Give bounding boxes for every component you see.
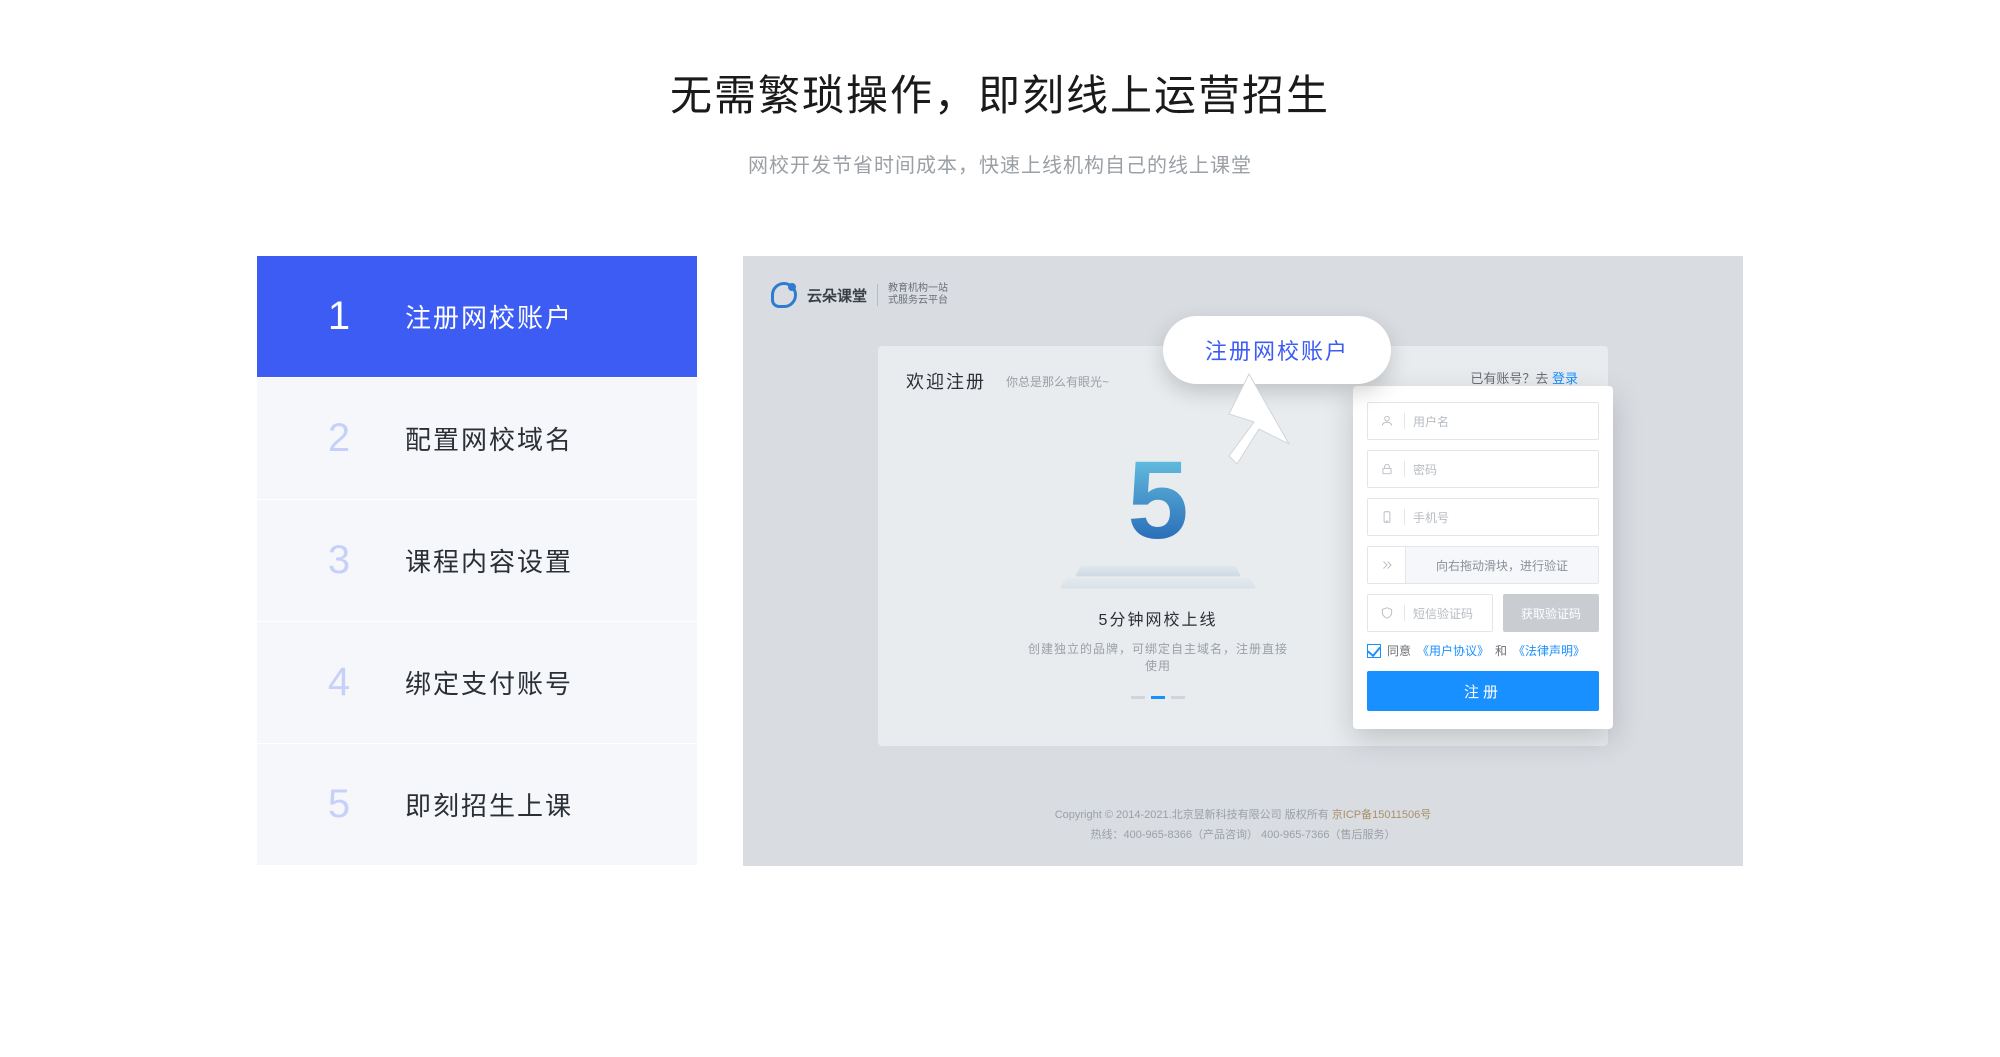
illus-sub: 创建独立的品牌，可绑定自主域名，注册直接使用	[1028, 640, 1288, 674]
agree-prefix: 同意	[1387, 642, 1411, 659]
preview-panel: 云朵课堂 教育机构一站 式服务云平台 欢迎注册 你总是那么有眼光~ 已有账号？去…	[743, 256, 1743, 866]
platform-shape	[1075, 566, 1241, 576]
divider	[1404, 509, 1405, 525]
welcome-subtitle: 你总是那么有眼光~	[1006, 373, 1109, 390]
logo-subtext-2: 式服务云平台	[888, 295, 948, 307]
steps-list: 1 注册网校账户 2 配置网校域名 3 课程内容设置 4 绑定支付账号 5 即刻招生上课	[257, 256, 697, 866]
slider-text: 向右拖动滑块，进行验证	[1406, 557, 1598, 574]
dot[interactable]	[1171, 696, 1185, 699]
illus-title: 5分钟网校上线	[1028, 606, 1288, 630]
sms-code-field[interactable]: 短信验证码	[1367, 594, 1493, 632]
step-label: 即刻招生上课	[405, 786, 573, 823]
preview-logo: 云朵课堂 教育机构一站 式服务云平台	[771, 282, 948, 308]
password-field[interactable]: 密码	[1367, 450, 1599, 488]
shield-icon	[1378, 604, 1396, 622]
step-item-5[interactable]: 5 即刻招生上课	[257, 744, 697, 866]
step-number: 2	[307, 416, 371, 461]
phone-icon	[1378, 508, 1396, 526]
logo-text: 云朵课堂	[807, 285, 867, 306]
dot[interactable]	[1131, 696, 1145, 699]
agree-and: 和	[1495, 642, 1507, 659]
user-icon	[1378, 412, 1396, 430]
platform-shape	[1059, 578, 1256, 588]
step-label: 配置网校域名	[405, 420, 573, 457]
icp-link[interactable]: 京ICP备15011506号	[1332, 809, 1431, 821]
register-button[interactable]: 注册	[1367, 671, 1599, 711]
dot-active[interactable]	[1151, 696, 1165, 699]
carousel-dots[interactable]	[1028, 696, 1288, 699]
step-number: 4	[307, 660, 371, 705]
step-label: 绑定支付账号	[405, 664, 573, 701]
have-account: 已有账号？去 登录	[1470, 368, 1578, 387]
step-item-3[interactable]: 3 课程内容设置	[257, 500, 697, 622]
divider	[1404, 413, 1405, 429]
have-account-text: 已有账号？去	[1470, 371, 1552, 386]
slider-handle-icon[interactable]	[1368, 547, 1406, 583]
slider-captcha[interactable]: 向右拖动滑块，进行验证	[1367, 546, 1599, 584]
logo-subtext: 教育机构一站 式服务云平台	[888, 283, 948, 307]
step-item-4[interactable]: 4 绑定支付账号	[257, 622, 697, 744]
password-placeholder: 密码	[1413, 461, 1437, 478]
copyright-text: Copyright © 2014-2021.北京昱新科技有限公司 版权所有	[1055, 809, 1332, 821]
login-link[interactable]: 登录	[1552, 371, 1578, 386]
page-title: 无需繁琐操作，即刻线上运营招生	[0, 62, 2000, 123]
step-number: 5	[307, 782, 371, 827]
phone-placeholder: 手机号	[1413, 509, 1449, 526]
hotline-text: 热线：400-965-8366（产品咨询） 400-965-7366（售后服务）	[743, 826, 1743, 846]
divider	[1404, 461, 1405, 477]
agree-row[interactable]: 同意 《用户协议》 和 《法律声明》	[1367, 642, 1599, 659]
username-placeholder: 用户名	[1413, 413, 1449, 430]
register-form: 用户名 密码 手机号 向右拖动滑块，进行验证	[1353, 386, 1613, 729]
divider	[1404, 605, 1405, 621]
user-agreement-link[interactable]: 《用户协议》	[1417, 642, 1489, 659]
preview-footer: Copyright © 2014-2021.北京昱新科技有限公司 版权所有 京I…	[743, 806, 1743, 846]
step-label: 注册网校账户	[405, 298, 573, 335]
illustration: 5 5分钟网校上线 创建独立的品牌，可绑定自主域名，注册直接使用	[1028, 446, 1288, 699]
step-item-2[interactable]: 2 配置网校域名	[257, 378, 697, 500]
logo-subtext-1: 教育机构一站	[888, 283, 948, 295]
cloud-logo-icon	[771, 282, 797, 308]
get-code-button[interactable]: 获取验证码	[1503, 594, 1599, 632]
welcome-title: 欢迎注册	[906, 368, 986, 394]
page-subtitle: 网校开发节省时间成本，快速上线机构自己的线上课堂	[0, 149, 2000, 178]
legal-link[interactable]: 《法律声明》	[1513, 642, 1585, 659]
sms-placeholder: 短信验证码	[1413, 605, 1473, 622]
username-field[interactable]: 用户名	[1367, 402, 1599, 440]
checkbox-checked-icon[interactable]	[1367, 644, 1381, 658]
step-number: 1	[307, 294, 371, 339]
divider	[877, 284, 878, 306]
step-number: 3	[307, 538, 371, 583]
lock-icon	[1378, 460, 1396, 478]
phone-field[interactable]: 手机号	[1367, 498, 1599, 536]
step-label: 课程内容设置	[405, 542, 573, 579]
step-item-1[interactable]: 1 注册网校账户	[257, 256, 697, 378]
